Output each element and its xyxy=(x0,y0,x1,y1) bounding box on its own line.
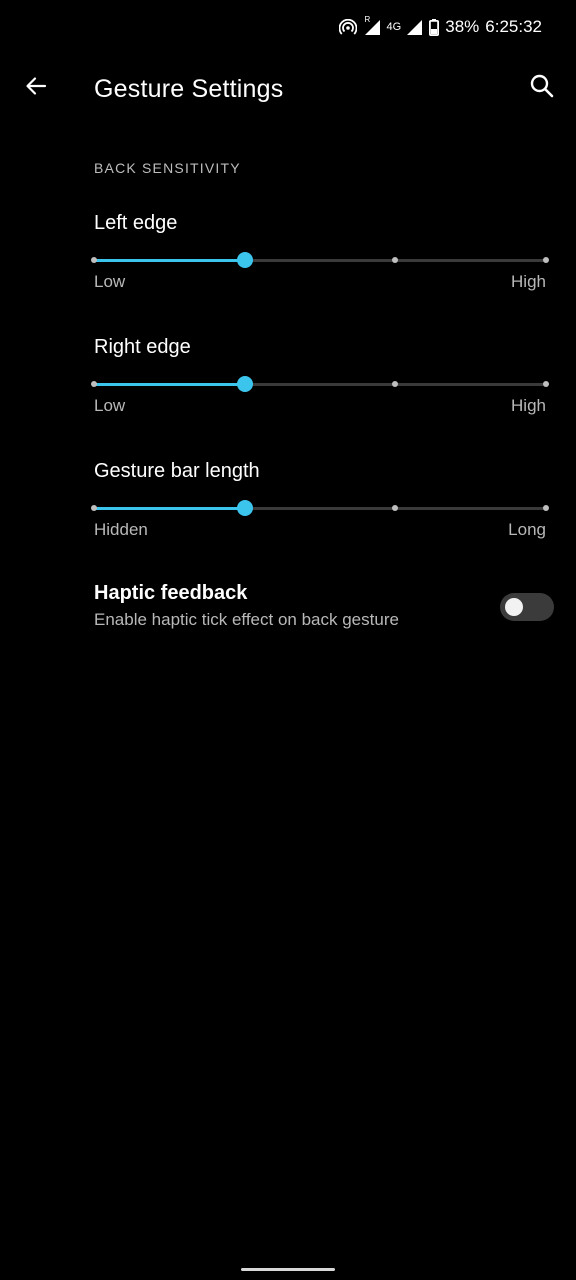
slider-thumb[interactable] xyxy=(236,500,253,516)
signal-roaming-icon: R xyxy=(363,15,381,35)
page-title: Gesture Settings xyxy=(94,75,284,103)
slider-min-label: Hidden xyxy=(94,520,148,539)
status-bar: R 4G 38% 6:25:32 xyxy=(0,0,576,56)
slider-tick xyxy=(392,505,399,511)
search-icon xyxy=(529,73,555,104)
slider-labels: Hidden Long xyxy=(94,520,546,540)
slider-tick xyxy=(392,257,399,263)
slider-title: Gesture bar length xyxy=(94,460,260,482)
slider-track-fill xyxy=(94,507,245,510)
slider-max-label: High xyxy=(511,396,546,415)
slider-track-fill xyxy=(94,259,245,262)
signal-icon xyxy=(407,19,423,35)
slider-tick xyxy=(543,505,549,511)
haptic-feedback-row[interactable]: Haptic feedback Enable haptic tick effec… xyxy=(94,582,556,638)
back-button[interactable] xyxy=(16,68,56,108)
clock: 6:25:32 xyxy=(485,17,542,36)
slider-title: Right edge xyxy=(94,336,191,358)
slider-title: Left edge xyxy=(94,212,178,234)
app-bar: Gesture Settings xyxy=(0,56,576,126)
gesture-bar-length-setting: Gesture bar length Hidden Long xyxy=(91,460,549,540)
right-edge-setting: Right edge Low High xyxy=(91,336,549,416)
slider-labels: Low High xyxy=(94,396,546,416)
right-edge-slider[interactable] xyxy=(91,374,549,394)
haptic-feedback-title: Haptic feedback xyxy=(94,582,248,604)
battery-icon xyxy=(429,18,440,36)
haptic-feedback-toggle[interactable] xyxy=(500,593,554,621)
slider-min-label: Low xyxy=(94,272,126,291)
slider-max-label: Long xyxy=(508,520,546,539)
haptic-feedback-subtitle: Enable haptic tick effect on back gestur… xyxy=(94,610,399,629)
hotspot-icon xyxy=(338,19,357,35)
arrow-left-icon xyxy=(24,74,48,103)
slider-max-label: High xyxy=(511,272,546,291)
slider-tick xyxy=(543,381,549,387)
network-type: 4G xyxy=(386,21,402,33)
section-header-back-sensitivity: BACK SENSITIVITY xyxy=(94,160,241,176)
home-indicator[interactable] xyxy=(241,1268,335,1271)
slider-min-label: Low xyxy=(94,396,126,415)
left-edge-setting: Left edge Low High xyxy=(91,212,549,292)
search-button[interactable] xyxy=(522,68,562,108)
slider-tick xyxy=(543,257,549,263)
left-edge-slider[interactable] xyxy=(91,250,549,270)
status-icons: R 4G 38% 6:25:32 xyxy=(338,15,542,38)
slider-tick xyxy=(91,381,97,387)
slider-tick xyxy=(91,505,97,511)
slider-tick xyxy=(392,381,399,387)
slider-tick xyxy=(91,257,97,263)
toggle-knob xyxy=(505,598,523,616)
slider-thumb[interactable] xyxy=(236,252,253,268)
gesture-bar-length-slider[interactable] xyxy=(91,498,549,518)
slider-labels: Low High xyxy=(94,272,546,292)
slider-track-fill xyxy=(94,383,245,386)
slider-thumb[interactable] xyxy=(236,376,253,392)
battery-percent: 38% xyxy=(445,17,480,36)
